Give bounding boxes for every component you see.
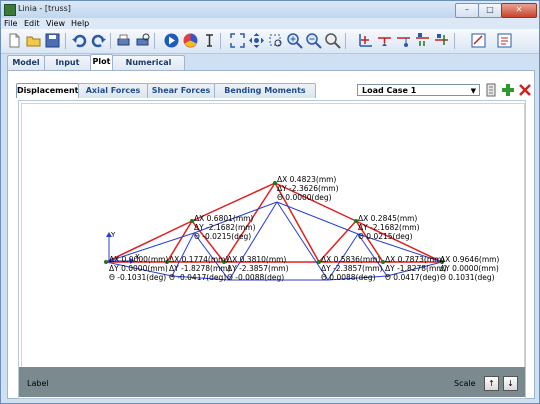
tab-input-data[interactable]: Input Data	[44, 55, 91, 81]
application-window: Linia - [truss] – □ ✕ File Edit View Hel…	[0, 0, 540, 404]
node-dy-label: ΔY 0.0000(mm)	[440, 264, 499, 273]
subtab-axial-forces[interactable]: Axial Forces (kN)	[78, 83, 148, 109]
support-pin-icon[interactable]	[376, 32, 393, 49]
maximize-button[interactable]: □	[478, 3, 502, 18]
node-dx-label: ΔX 0.1774(mm)	[169, 255, 228, 264]
chevron-down-icon: ▼	[470, 87, 476, 95]
status-bar: Label Scale ↑ ↓	[19, 367, 525, 397]
tab-model[interactable]: Model	[7, 55, 45, 70]
app-icon	[4, 4, 16, 16]
tab-plot[interactable]: Plot	[90, 54, 113, 71]
scale-down-button[interactable]: ↓	[503, 376, 518, 391]
zoom-extents-icon[interactable]	[229, 32, 246, 49]
node-dy-label: ΔY -2.3857(mm)	[321, 264, 383, 273]
open-folder-icon[interactable]	[25, 32, 42, 49]
node-dx-label: ΔX 0.3810(mm)	[227, 255, 286, 264]
print-preview-icon[interactable]	[134, 32, 151, 49]
zoom-window-icon[interactable]	[267, 32, 284, 49]
deformed-member	[276, 201, 359, 235]
node-rot-label: Θ 0.1031(deg)	[440, 273, 495, 282]
node-rot-label: Θ -0.0417(deg)	[169, 273, 226, 282]
y-axis-label: Y	[110, 231, 116, 239]
node-rot-label: Θ -0.0215(deg)	[194, 232, 251, 241]
menu-edit[interactable]: Edit	[24, 19, 40, 28]
support-roller-icon[interactable]	[395, 32, 412, 49]
menu-file[interactable]: File	[4, 19, 17, 28]
subtab-displacements[interactable]: Displacements	[16, 83, 83, 98]
toolbar	[1, 29, 539, 54]
node-dx-label: ΔX 0.0000(mm)	[109, 255, 168, 264]
node-rot-label: Θ 0.0215(deg)	[358, 232, 413, 241]
node-dy-label: ΔY -2.3626(mm)	[277, 184, 339, 193]
tab-numerical-results[interactable]: Numerical Results	[112, 55, 185, 81]
node-dy-label: ΔY -1.8278(mm)	[169, 264, 231, 273]
node-rot-label: Θ 0.0417(deg)	[385, 273, 440, 282]
undo-icon[interactable]	[71, 32, 88, 49]
node-dx-label: ΔX 0.2845(mm)	[358, 214, 417, 223]
node-rot-label: Θ -0.1031(deg)	[109, 273, 166, 282]
window-title: Linia - [truss]	[18, 4, 71, 13]
dimension-icon[interactable]	[470, 32, 487, 49]
minimize-button[interactable]: –	[455, 3, 479, 18]
plot-panel: Displacements Axial Forces (kN) Shear Fo…	[7, 70, 535, 399]
node-marker[interactable]	[104, 260, 108, 264]
node-rot-label: Θ 0.0000(deg)	[277, 193, 332, 202]
node-dy-label: ΔY -2.3857(mm)	[227, 264, 289, 273]
add-icon[interactable]	[501, 83, 515, 97]
node-dy-label: ΔY -2.1682(mm)	[358, 223, 420, 232]
zoom-previous-icon[interactable]	[324, 32, 341, 49]
save-icon[interactable]	[44, 32, 61, 49]
node-dy-label: ΔY -1.8278(mm)	[385, 264, 447, 273]
new-file-icon[interactable]	[6, 32, 23, 49]
pan-icon[interactable]	[248, 32, 265, 49]
menu-help[interactable]: Help	[71, 19, 89, 28]
status-label: Label	[27, 379, 49, 388]
node-dx-label: ΔX 0.7873(mm)	[385, 255, 444, 264]
moment-icon[interactable]	[433, 32, 450, 49]
axes-icon[interactable]	[357, 32, 374, 49]
scale-up-button[interactable]: ↑	[484, 376, 499, 391]
remove-icon[interactable]	[518, 83, 532, 97]
close-button[interactable]: ✕	[501, 3, 537, 18]
node-rot-label: Θ -0.0088(deg)	[227, 273, 284, 282]
drawing-canvas[interactable]: Y X ΔX 0.0000(mm) ΔY 0.0000(mm) Θ -0.1031(…	[18, 100, 526, 399]
node-dx-label: ΔX 0.9646(mm)	[440, 255, 499, 264]
subtab-bending-moments[interactable]: Bending Moments (kN-mm)	[214, 83, 316, 109]
node-rot-label: Θ 0.0088(deg)	[321, 273, 376, 282]
text-icon[interactable]	[201, 32, 218, 49]
load-case-value: Load Case 1	[362, 86, 417, 95]
node-dy-label: ΔY 0.0000(mm)	[109, 264, 168, 273]
node-dx-label: ΔX 0.5836(mm)	[321, 255, 380, 264]
scale-label: Scale	[454, 379, 476, 388]
node-dx-label: ΔX 0.4823(mm)	[277, 175, 336, 184]
run-icon[interactable]	[163, 32, 180, 49]
load-case-select[interactable]: Load Case 1 ▼	[357, 84, 480, 96]
color-wheel-icon[interactable]	[182, 32, 199, 49]
load-icon[interactable]	[414, 32, 431, 49]
title-bar: Linia - [truss] – □ ✕	[1, 1, 539, 18]
zoom-out-icon[interactable]	[305, 32, 322, 49]
menu-bar: File Edit View Help	[1, 18, 539, 29]
displacement-labels: ΔX 0.0000(mm)ΔY 0.0000(mm)Θ -0.1031(deg)…	[109, 175, 499, 282]
menu-view[interactable]: View	[46, 19, 65, 28]
delete-document-icon[interactable]	[484, 83, 498, 97]
truss-plot[interactable]: Y X ΔX 0.0000(mm)ΔY 0.0000(mm)Θ -0.1031(…	[22, 104, 524, 367]
settings-icon[interactable]	[496, 32, 513, 49]
node-dy-label: ΔY -2.1682(mm)	[194, 223, 256, 232]
zoom-in-icon[interactable]	[286, 32, 303, 49]
node-dx-label: ΔX 0.6801(mm)	[194, 214, 253, 223]
print-icon[interactable]	[115, 32, 132, 49]
subtab-shear-forces[interactable]: Shear Forces (kN)	[147, 83, 215, 109]
redo-icon[interactable]	[90, 32, 107, 49]
plot-frame: Y X ΔX 0.0000(mm) ΔY 0.0000(mm) Θ -0.1031(…	[21, 103, 525, 368]
